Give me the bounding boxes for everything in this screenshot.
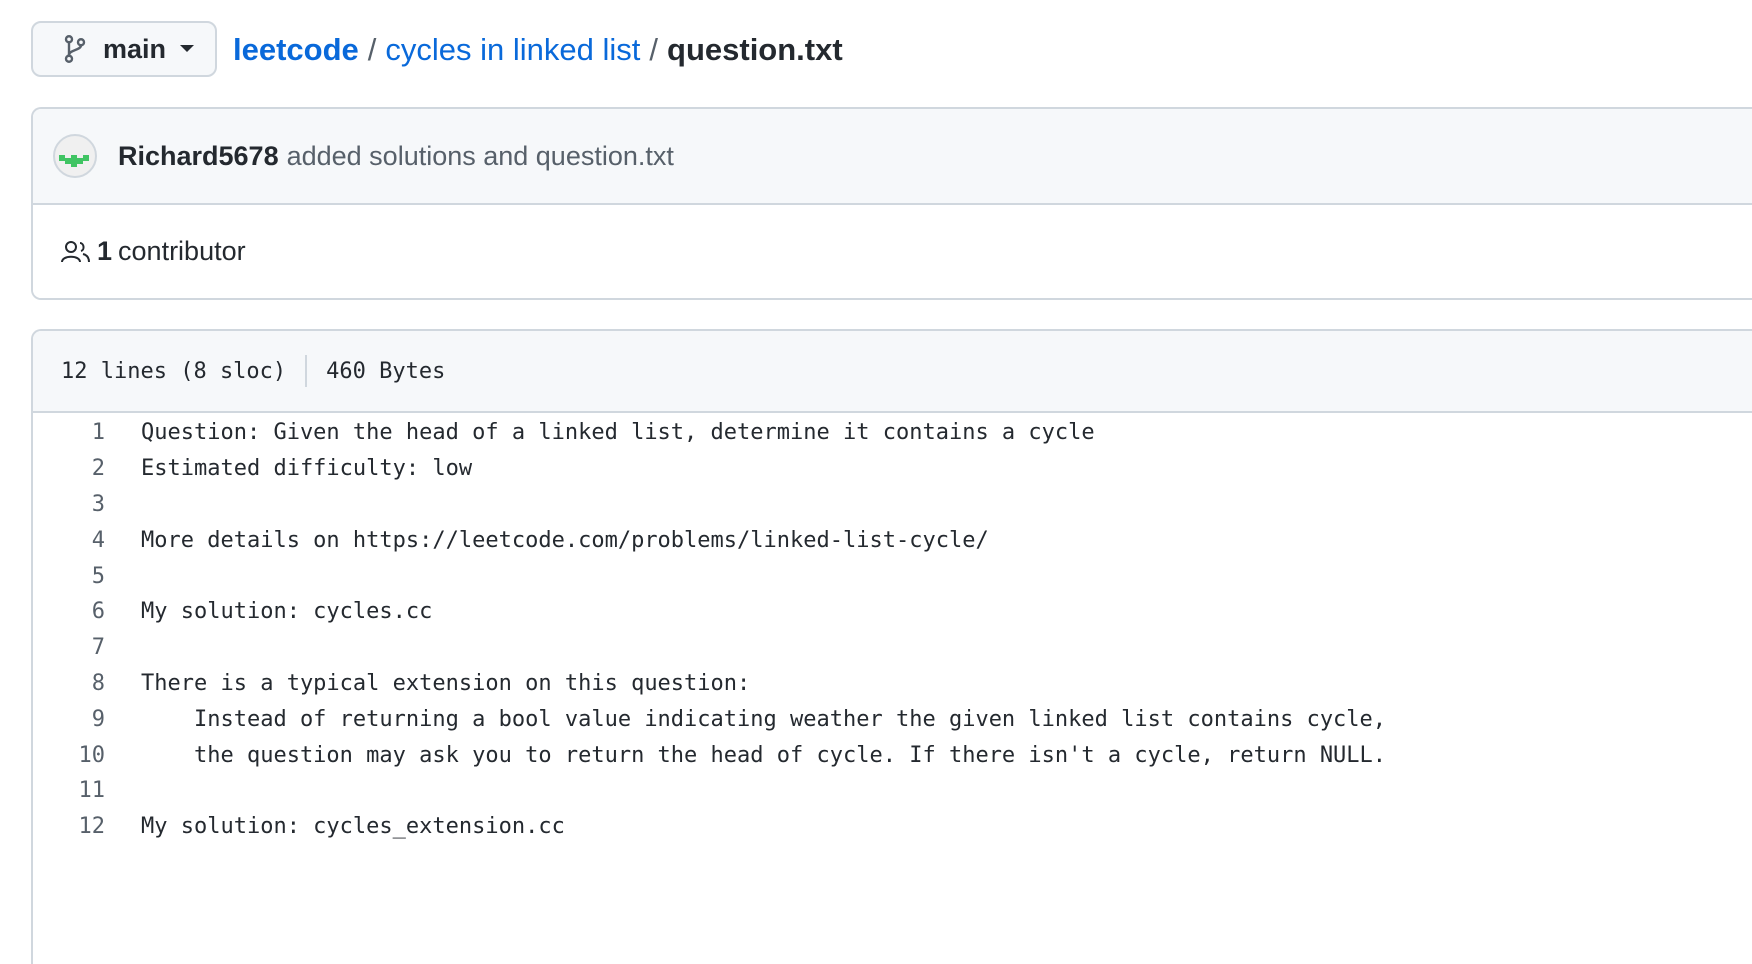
code-line: 7 — [33, 630, 1752, 666]
line-content: the question may ask you to return the h… — [141, 742, 1387, 768]
line-content: There is a typical extension on this que… — [141, 670, 751, 696]
line-number[interactable]: 4 — [33, 528, 105, 553]
code-line: 9 Instead of returning a bool value indi… — [33, 701, 1752, 737]
line-content: My solution: cycles.cc — [141, 599, 433, 625]
branch-name: main — [103, 33, 167, 64]
breadcrumb-repo-link[interactable]: leetcode — [233, 32, 359, 67]
code-view[interactable]: 1 Question: Given the head of a linked li… — [33, 413, 1752, 845]
breadcrumb-separator: / — [367, 32, 377, 67]
code-line: 8 There is a typical extension on this qu… — [33, 666, 1752, 702]
breadcrumb-current-file: question.txt — [667, 32, 843, 67]
avatar[interactable] — [53, 134, 97, 178]
code-line: 3 — [33, 487, 1752, 523]
file-view: 12 lines (8 sloc) 460 Bytes 1 Question: G… — [31, 329, 1752, 964]
breadcrumb-folder-link[interactable]: cycles in linked list — [385, 32, 640, 67]
line-number[interactable]: 2 — [33, 456, 105, 481]
file-size: 460 Bytes — [326, 358, 446, 384]
triangle-down-icon — [180, 45, 195, 53]
code-line: 4 More details on https://leetcode.com/pr… — [33, 522, 1752, 558]
commit-author-link[interactable]: Richard5678 — [118, 141, 279, 172]
breadcrumb-separator: / — [649, 32, 659, 67]
line-number[interactable]: 10 — [33, 743, 106, 768]
git-branch-icon — [63, 34, 89, 64]
code-line: 12 My solution: cycles_extension.cc — [33, 809, 1752, 845]
line-content: Estimated difficulty: low — [141, 456, 473, 482]
breadcrumb: leetcode / cycles in linked list / question.… — [233, 30, 843, 70]
code-line: 2 Estimated difficulty: low — [33, 451, 1752, 487]
code-line: 1 Question: Given the head of a linked li… — [33, 415, 1752, 451]
file-line-count: 12 lines (8 sloc) — [61, 358, 287, 384]
line-content: Instead of returning a bool value indica… — [141, 706, 1387, 732]
branch-selector-button[interactable]: main — [31, 21, 217, 77]
line-number[interactable]: 3 — [33, 492, 105, 517]
line-content: My solution: cycles_extension.cc — [141, 814, 565, 840]
line-number[interactable]: 7 — [33, 635, 105, 660]
code-line: 10 the question may ask you to return th… — [33, 737, 1752, 773]
code-line: 5 — [33, 558, 1752, 594]
contributor-label: contributor — [118, 236, 246, 266]
file-info-header: 12 lines (8 sloc) 460 Bytes — [33, 331, 1752, 413]
code-line: 6 My solution: cycles.cc — [33, 594, 1752, 630]
line-number[interactable]: 6 — [33, 599, 105, 624]
latest-commit-box: Richard5678 added solutions and question… — [31, 107, 1752, 300]
line-number[interactable]: 5 — [33, 564, 105, 589]
commit-message-link[interactable]: added solutions and question.txt — [287, 141, 674, 172]
line-number[interactable]: 1 — [33, 420, 105, 445]
file-info-divider — [305, 355, 308, 387]
contributor-count: 1 — [97, 236, 113, 266]
latest-commit-header: Richard5678 added solutions and question… — [33, 109, 1752, 205]
code-line: 11 — [33, 773, 1752, 809]
line-number[interactable]: 11 — [33, 778, 106, 803]
line-content: Question: Given the head of a linked lis… — [141, 420, 1095, 446]
line-number[interactable]: 9 — [33, 707, 105, 732]
line-number[interactable]: 12 — [33, 814, 106, 839]
line-number[interactable]: 8 — [33, 671, 105, 696]
line-content: More details on https://leetcode.com/pro… — [141, 527, 989, 553]
people-icon — [61, 240, 91, 264]
contributors-row[interactable]: 1 contributor — [33, 205, 1752, 298]
